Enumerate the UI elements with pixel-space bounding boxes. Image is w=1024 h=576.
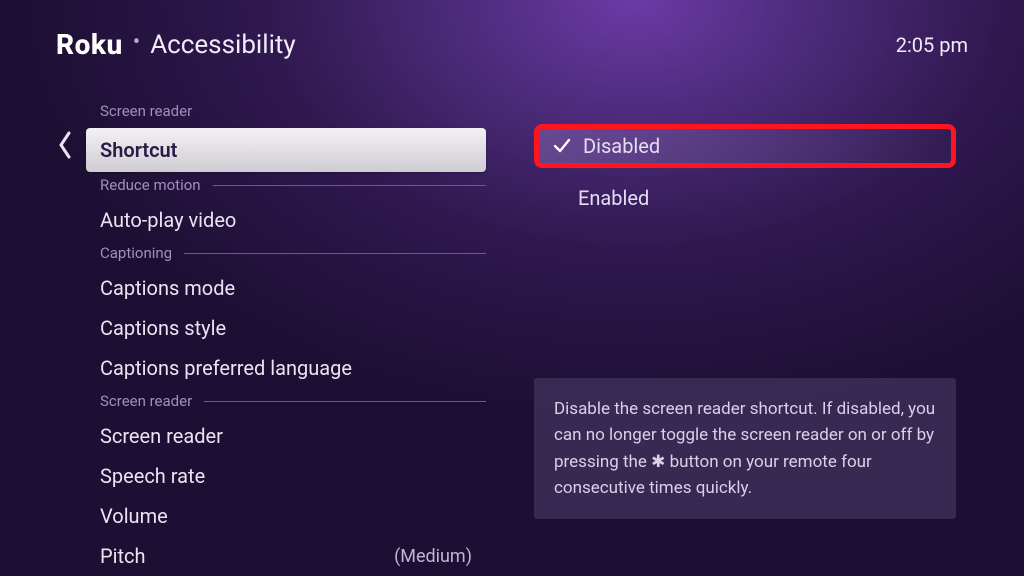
breadcrumb-separator: • [133, 30, 140, 55]
menu-item-label: Shortcut [100, 138, 177, 162]
menu-item-label: Pitch [100, 544, 146, 568]
menu-item-autoplay-video[interactable]: Auto-play video [86, 200, 486, 240]
menu-item-label: Screen reader [100, 424, 223, 448]
menu-item-pitch[interactable]: Pitch (Medium) [86, 536, 486, 576]
help-text: Disable the screen reader shortcut. If d… [534, 378, 956, 519]
star-icon: ✱ [651, 452, 665, 471]
menu-item-volume[interactable]: Volume [86, 496, 486, 536]
menu-item-label: Captions mode [100, 276, 235, 300]
section-label-top: Screen reader [100, 102, 486, 120]
option-enabled[interactable]: Enabled [534, 176, 956, 220]
chevron-left-icon [57, 131, 73, 159]
check-icon [551, 137, 573, 155]
menu-item-label: Auto-play video [100, 208, 236, 232]
option-disabled[interactable]: Disabled [534, 124, 956, 168]
brand-logo: Roku [56, 28, 123, 61]
clock: 2:05 pm [896, 33, 968, 57]
option-label: Enabled [578, 186, 649, 210]
section-header-screen-reader: Screen reader [100, 392, 486, 410]
option-label: Disabled [583, 134, 660, 158]
menu-item-label: Speech rate [100, 464, 205, 488]
menu-item-value: (Medium) [394, 546, 472, 567]
section-header-reduce-motion: Reduce motion [100, 176, 486, 194]
menu-item-speech-rate[interactable]: Speech rate [86, 456, 486, 496]
section-header-captioning: Captioning [100, 244, 486, 262]
breadcrumb: Accessibility [150, 30, 296, 60]
menu-item-label: Captions style [100, 316, 226, 340]
menu-item-captions-mode[interactable]: Captions mode [86, 268, 486, 308]
back-button[interactable] [54, 130, 76, 160]
menu-item-shortcut[interactable]: Shortcut [86, 128, 486, 172]
menu-item-captions-language[interactable]: Captions preferred language [86, 348, 486, 388]
menu-item-label: Volume [100, 504, 168, 528]
menu-item-label: Captions preferred language [100, 356, 352, 380]
menu-item-captions-style[interactable]: Captions style [86, 308, 486, 348]
menu-item-screen-reader[interactable]: Screen reader [86, 416, 486, 456]
